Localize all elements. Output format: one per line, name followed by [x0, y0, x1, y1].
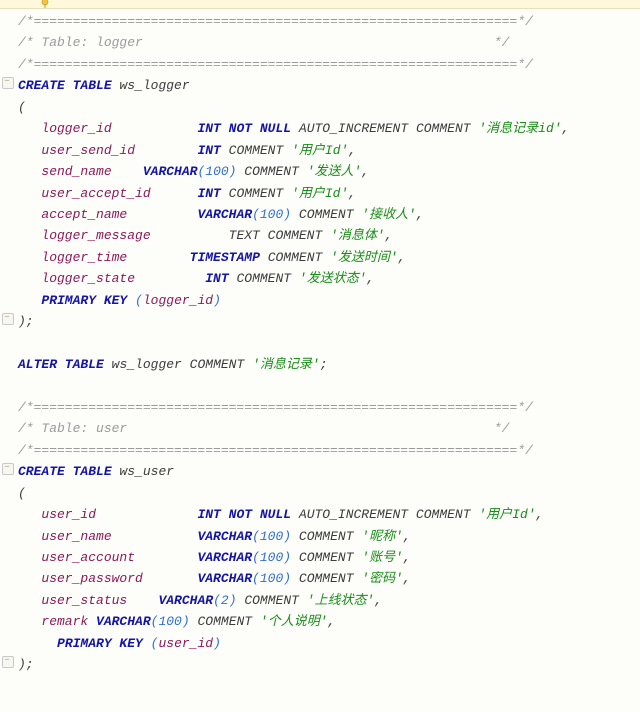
- kw-comment: COMMENT: [299, 207, 354, 222]
- fold-icon[interactable]: [2, 656, 14, 668]
- str-sendtime: '发送时间': [330, 250, 398, 265]
- kw-varchar: VARCHAR: [197, 571, 252, 586]
- keyword-alter: ALTER TABLE: [18, 357, 104, 372]
- str-msgbody: '消息体': [330, 228, 385, 243]
- kw-varchar: VARCHAR: [197, 529, 252, 544]
- kw-comment: COMMENT: [197, 614, 252, 629]
- kw-varchar: VARCHAR: [158, 593, 213, 608]
- paren-open: (: [18, 100, 26, 115]
- kw-text: TEXT: [229, 228, 260, 243]
- divider-comment: /*======================================…: [18, 57, 533, 72]
- keyword-create: CREATE TABLE: [18, 464, 112, 479]
- col-user-accept: user_accept_id: [41, 186, 150, 201]
- divider-comment: /*======================================…: [18, 14, 533, 29]
- pin-icon: [40, 0, 50, 8]
- col-remark: remark: [41, 614, 88, 629]
- kw-comment: COMMENT: [190, 357, 245, 372]
- str-msgid: '消息记录id': [478, 121, 561, 136]
- kw-varchar: VARCHAR: [96, 614, 151, 629]
- col-user-password: user_password: [41, 571, 142, 586]
- num-100: 100: [205, 164, 228, 179]
- kw-int: INT: [197, 121, 220, 136]
- str-pwd: '密码': [361, 571, 403, 586]
- kw-comment: COMMENT: [268, 228, 323, 243]
- kw-varchar: VARCHAR: [143, 164, 198, 179]
- fold-icon[interactable]: [2, 313, 14, 325]
- kw-notnull: NOT NULL: [229, 121, 291, 136]
- fold-icon[interactable]: [2, 463, 14, 475]
- kw-notnull: NOT NULL: [229, 507, 291, 522]
- str-sender: '发送人': [307, 164, 362, 179]
- col-user-account: user_account: [41, 550, 135, 565]
- str-sendstate: '发送状态': [299, 271, 367, 286]
- kw-primary: PRIMARY KEY: [41, 293, 127, 308]
- str-status: '上线状态': [307, 593, 375, 608]
- kw-comment: COMMENT: [244, 593, 299, 608]
- kw-int: INT: [197, 143, 220, 158]
- kw-comment: COMMENT: [299, 550, 354, 565]
- kw-autoinc: AUTO_INCREMENT: [299, 507, 408, 522]
- kw-int: INT: [197, 507, 220, 522]
- table-name: ws_user: [119, 464, 174, 479]
- kw-primary: PRIMARY KEY: [57, 636, 143, 651]
- fold-icon[interactable]: [2, 77, 14, 89]
- kw-comment: COMMENT: [299, 571, 354, 586]
- paren-open: (: [18, 486, 26, 501]
- num-100: 100: [260, 571, 283, 586]
- editor-top-bar: [0, 0, 640, 9]
- kw-comment: COMMENT: [268, 250, 323, 265]
- kw-comment: COMMENT: [416, 121, 471, 136]
- keyword-create: CREATE TABLE: [18, 78, 112, 93]
- kw-comment: COMMENT: [244, 164, 299, 179]
- col-send-name: send_name: [41, 164, 111, 179]
- pk-col: logger_id: [143, 293, 213, 308]
- kw-int: INT: [197, 186, 220, 201]
- str-userid2: '用户Id': [291, 186, 348, 201]
- kw-varchar: VARCHAR: [197, 207, 252, 222]
- table-comment: /* Table: logger */: [18, 35, 509, 50]
- str-table-comment: '消息记录': [252, 357, 320, 372]
- code-editor[interactable]: /*======================================…: [0, 9, 640, 684]
- table-name: ws_logger: [112, 357, 182, 372]
- table-comment: /* Table: user */: [18, 421, 509, 436]
- kw-timestamp: TIMESTAMP: [190, 250, 260, 265]
- str-remark: '个人说明': [260, 614, 328, 629]
- kw-int: INT: [205, 271, 228, 286]
- num-100: 100: [260, 529, 283, 544]
- paren-close: );: [18, 314, 34, 329]
- str-userid: '用户Id': [291, 143, 348, 158]
- num-100: 100: [260, 207, 283, 222]
- col-user-send: user_send_id: [41, 143, 135, 158]
- num-100: 100: [158, 614, 181, 629]
- kw-varchar: VARCHAR: [197, 550, 252, 565]
- divider-comment: /*======================================…: [18, 400, 533, 415]
- str-acct: '账号': [361, 550, 403, 565]
- divider-comment: /*======================================…: [18, 443, 533, 458]
- col-user-name: user_name: [41, 529, 111, 544]
- col-user-status: user_status: [41, 593, 127, 608]
- kw-comment: COMMENT: [229, 143, 284, 158]
- kw-autoinc: AUTO_INCREMENT: [299, 121, 408, 136]
- num-2: 2: [221, 593, 229, 608]
- kw-comment: COMMENT: [299, 529, 354, 544]
- table-name: ws_logger: [119, 78, 189, 93]
- str-userid: '用户Id': [478, 507, 535, 522]
- col-logger-time: logger_time: [41, 250, 127, 265]
- num-100: 100: [260, 550, 283, 565]
- col-accept-name: accept_name: [41, 207, 127, 222]
- str-receiver: '接收人': [361, 207, 416, 222]
- col-user-id: user_id: [41, 507, 96, 522]
- str-nick: '昵称': [361, 529, 403, 544]
- kw-comment: COMMENT: [416, 507, 471, 522]
- pk-col: user_id: [158, 636, 213, 651]
- kw-comment: COMMENT: [229, 186, 284, 201]
- col-logger-state: logger_state: [41, 271, 135, 286]
- col-logger-id: logger_id: [41, 121, 111, 136]
- kw-comment: COMMENT: [236, 271, 291, 286]
- col-logger-msg: logger_message: [41, 228, 150, 243]
- paren-close: );: [18, 657, 34, 672]
